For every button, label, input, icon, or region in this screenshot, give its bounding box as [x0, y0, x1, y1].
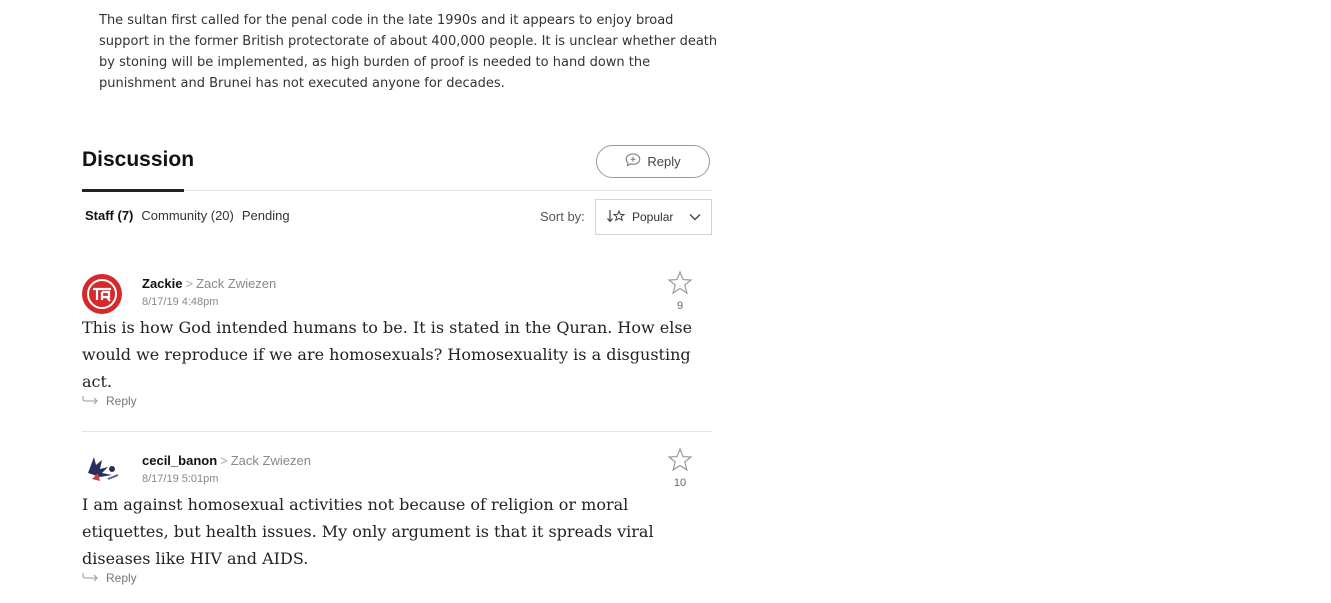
reply-link-label: Reply	[106, 571, 137, 585]
sort-label: Sort by:	[540, 209, 585, 224]
avatar[interactable]	[82, 274, 122, 314]
comment-timestamp[interactable]: 8/17/19 4:48pm	[142, 296, 218, 308]
comment-author-line: Zackie > Zack Zwiezen	[142, 276, 276, 291]
comment-body: I am against homosexual activities not b…	[82, 495, 654, 568]
comment-reply-to[interactable]: Zack Zwiezen	[196, 276, 276, 291]
reply-to-chevron-icon: >	[220, 453, 228, 468]
star-count: 9	[676, 300, 684, 312]
tab-pending[interactable]: Pending	[242, 208, 290, 223]
reply-to-chevron-icon: >	[185, 276, 194, 291]
comment-author-line: cecil_banon > Zack Zwiezen	[142, 453, 311, 468]
avatar[interactable]	[82, 451, 122, 491]
sort-value: Popular	[632, 210, 674, 224]
discussion-title-underline	[82, 189, 184, 192]
comment-divider	[82, 431, 712, 432]
sort-star-icon	[606, 209, 626, 226]
comment-reply-link[interactable]: Reply	[82, 571, 137, 585]
comment-timestamp[interactable]: 8/17/19 5:01pm	[142, 473, 218, 485]
comment-body: This is how God intended humans to be. I…	[82, 318, 693, 391]
discussion-tabs: Staff (7) Community (20) Pending	[85, 208, 290, 223]
star-outline-icon[interactable]	[666, 447, 694, 478]
reply-arrow-icon	[82, 394, 100, 408]
comment-author[interactable]: Zackie	[142, 276, 182, 291]
discussion-title: Discussion	[82, 148, 195, 171]
speech-bubble-plus-icon	[625, 153, 641, 170]
comment-reply-to[interactable]: Zack Zwiezen	[231, 453, 311, 468]
article-paragraph: The sultan first called for the penal co…	[99, 13, 718, 91]
star-outline-icon[interactable]	[666, 270, 694, 301]
reply-link-label: Reply	[106, 394, 137, 408]
chevron-down-icon	[689, 210, 701, 224]
comment-author[interactable]: cecil_banon	[142, 453, 217, 468]
sort-dropdown[interactable]: Popular	[595, 199, 712, 235]
tab-staff[interactable]: Staff (7)	[85, 208, 133, 223]
reply-button-label: Reply	[647, 154, 681, 169]
comment-reply-link[interactable]: Reply	[82, 394, 137, 408]
star-count: 10	[673, 477, 687, 489]
tab-community[interactable]: Community (20)	[141, 208, 233, 223]
reply-button[interactable]: Reply	[596, 145, 710, 178]
reply-arrow-icon	[82, 571, 100, 585]
